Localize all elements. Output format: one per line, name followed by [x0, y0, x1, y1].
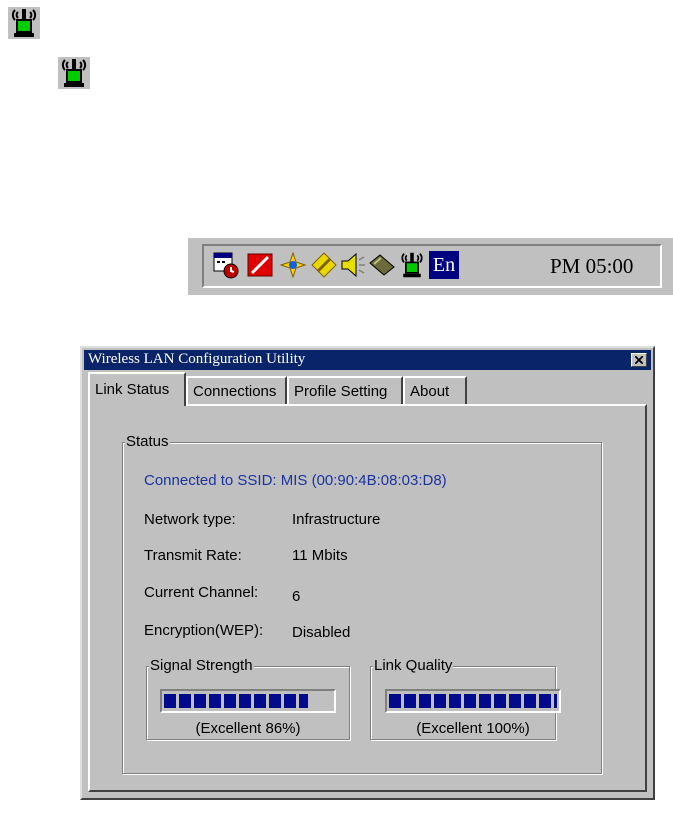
link-quality-label: Link Quality [373, 657, 454, 674]
network-type-value: Infrastructure [292, 511, 381, 528]
wireless-antenna-icon [8, 7, 40, 39]
encryption-label: Encryption(WEP): [144, 622, 264, 639]
speaker-icon[interactable] [338, 251, 366, 279]
link-quality-meter [385, 689, 561, 713]
link-quality-caption: (Excellent 100%) [416, 720, 530, 737]
config-utility-window: Wireless LAN Configuration Utility Link … [80, 346, 655, 800]
tab-profile-setting[interactable]: Profile Setting [287, 376, 403, 404]
pcmcia-card-icon[interactable] [368, 251, 396, 279]
signal-strength-caption: (Excellent 86%) [195, 720, 301, 737]
link-status-panel: Status Connected to SSID: MIS (00:90:4B:… [88, 404, 647, 792]
clock[interactable]: PM 05:00 [550, 254, 633, 279]
status-group-label: Status [125, 433, 170, 450]
scheduler-icon[interactable] [212, 251, 240, 279]
transmit-rate-label: Transmit Rate: [144, 547, 242, 564]
title-bar[interactable]: Wireless LAN Configuration Utility [84, 350, 651, 370]
close-button[interactable] [631, 353, 647, 367]
wireless-antenna-icon[interactable] [398, 251, 426, 279]
window-title: Wireless LAN Configuration Utility [88, 351, 306, 367]
network-type-label: Network type: [144, 511, 236, 528]
tab-link-status[interactable]: Link Status [88, 372, 186, 406]
tab-about[interactable]: About [403, 376, 467, 404]
signal-strength-label: Signal Strength [149, 657, 254, 674]
system-tray: En PM 05:00 [202, 244, 662, 288]
link-quality-fill [389, 694, 557, 708]
encryption-value: Disabled [292, 624, 351, 641]
current-channel-label: Current Channel: [144, 584, 259, 601]
language-indicator[interactable]: En [429, 251, 459, 279]
pencil-diamond-icon[interactable] [310, 251, 338, 279]
signal-strength-meter [160, 689, 336, 713]
network-compass-icon[interactable] [279, 251, 307, 279]
red-slash-icon[interactable] [246, 251, 274, 279]
wireless-antenna-icon [58, 57, 90, 89]
taskbar: En PM 05:00 [188, 237, 673, 295]
close-icon [635, 356, 643, 364]
current-channel-value: 6 [292, 588, 301, 605]
signal-strength-fill [164, 694, 308, 708]
tab-connections[interactable]: Connections [186, 376, 287, 404]
transmit-rate-value: 11 Mbits [292, 547, 348, 564]
connected-ssid-text: Connected to SSID: MIS (00:90:4B:08:03:D… [144, 472, 447, 489]
